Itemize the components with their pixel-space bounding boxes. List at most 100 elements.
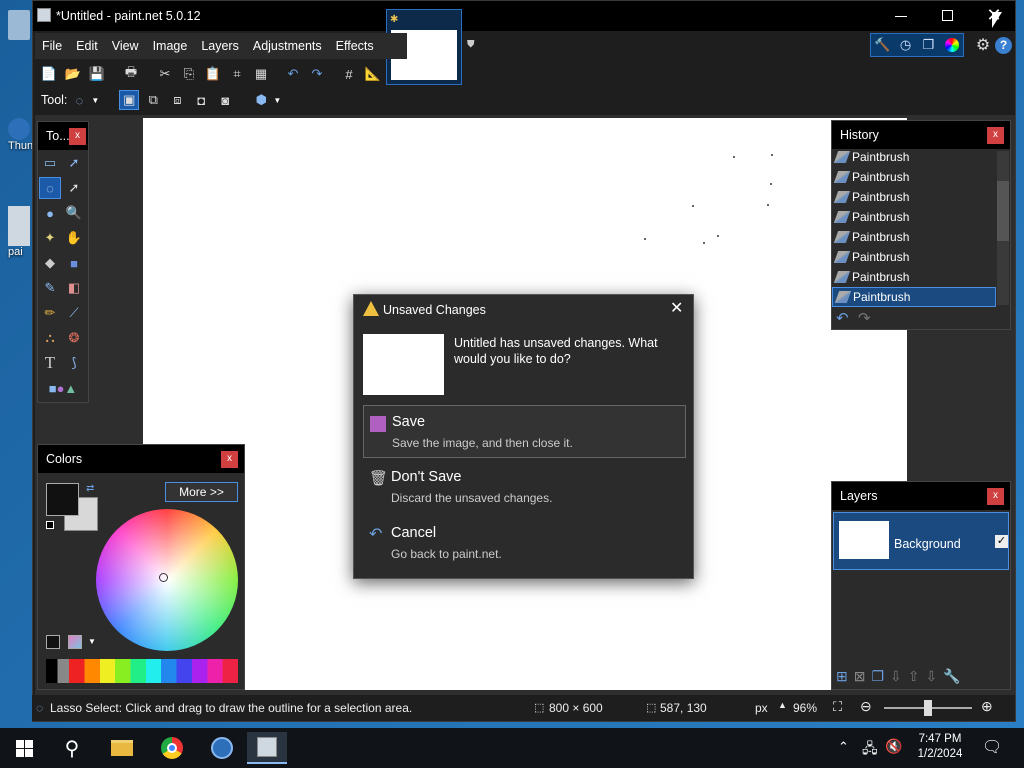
chrome-icon[interactable]: [152, 732, 192, 764]
history-item[interactable]: Paintbrush: [832, 247, 996, 267]
clock[interactable]: 7:47 PM 1/2/2024: [912, 732, 968, 762]
save-option-button[interactable]: Save Save the image, and then close it.: [363, 405, 686, 458]
volume-muted-icon[interactable]: 🔇: [885, 738, 902, 755]
history-panel-title[interactable]: History x: [832, 121, 1010, 149]
history-item[interactable]: Paintbrush: [832, 187, 996, 207]
move-selection-icon[interactable]: ➚: [63, 177, 85, 199]
title-bar[interactable]: *Untitled - paint.net 5.0.12 ✕: [33, 1, 1015, 31]
help-icon[interactable]: ?: [995, 37, 1012, 54]
print-icon[interactable]: 🖶: [121, 64, 141, 84]
zoom-level[interactable]: 96%: [793, 701, 817, 715]
history-item[interactable]: Paintbrush: [832, 227, 996, 247]
zoom-out-icon[interactable]: ⊖: [860, 698, 872, 715]
thunderbird-icon[interactable]: [202, 732, 242, 764]
layer-visibility-checkbox[interactable]: ✓: [995, 535, 1008, 548]
add-color-icon[interactable]: [46, 635, 60, 649]
rectangle-select-icon[interactable]: ▭: [39, 152, 61, 174]
zoom-slider-thumb[interactable]: [924, 700, 932, 716]
history-scrollbar[interactable]: [997, 151, 1009, 305]
selection-mode-exclude-icon[interactable]: ⧈: [167, 90, 187, 110]
dialog-close-icon[interactable]: ✕: [670, 300, 683, 318]
antialias-icon[interactable]: ⬢: [251, 90, 271, 110]
zoom-in-icon[interactable]: ⊕: [981, 698, 993, 715]
palette-dropdown-icon[interactable]: ▼: [88, 637, 96, 646]
deselect-icon[interactable]: ▦: [251, 64, 271, 84]
clone-stamp-icon[interactable]: ⛬: [39, 327, 61, 349]
zoom-icon[interactable]: 🔍: [63, 202, 85, 224]
paste-icon[interactable]: 📋: [203, 64, 223, 84]
move-selected-icon[interactable]: ➚: [63, 152, 85, 174]
tool-dropdown-icon[interactable]: ▼: [91, 96, 99, 105]
colors-close-button[interactable]: x: [221, 451, 238, 468]
lasso-select-icon[interactable]: ◌: [69, 90, 89, 110]
network-icon[interactable]: 🖧: [862, 738, 878, 762]
notifications-icon[interactable]: 🗨: [982, 737, 1002, 757]
cut-icon[interactable]: ✂: [155, 64, 175, 84]
menu-effects[interactable]: Effects: [329, 33, 381, 59]
units-dropdown-icon[interactable]: ▲: [778, 700, 787, 710]
settings-gear-icon[interactable]: ⚙: [973, 35, 993, 55]
history-undo-icon[interactable]: ↶: [836, 309, 849, 327]
merge-layer-icon[interactable]: ⇩: [890, 668, 902, 685]
history-scroll-thumb[interactable]: [997, 181, 1009, 241]
dialog-title-bar[interactable]: Unsaved Changes ✕: [354, 295, 693, 325]
tools-panel-close-button[interactable]: x: [69, 128, 86, 145]
zoom-slider[interactable]: [884, 700, 972, 716]
paint-bucket-icon[interactable]: ◆: [39, 252, 61, 274]
pencil-icon[interactable]: ✏: [39, 302, 61, 324]
selection-mode-invert-icon[interactable]: ◙: [215, 90, 235, 110]
history-item[interactable]: Paintbrush: [832, 267, 996, 287]
ellipse-select-icon[interactable]: ●: [39, 202, 61, 224]
dont-save-option-button[interactable]: 🗑 Don't Save Discard the unsaved changes…: [363, 461, 686, 514]
tools-toggle-icon[interactable]: 🔨: [873, 35, 892, 55]
pan-icon[interactable]: ✋: [63, 227, 85, 249]
delete-layer-icon[interactable]: ⊠: [854, 668, 866, 685]
desktop-icon-paintnet[interactable]: pai: [8, 206, 34, 258]
recolor-icon[interactable]: ❂: [63, 327, 85, 349]
color-wheel-cursor[interactable]: [159, 573, 168, 582]
shapes-icon[interactable]: ■ ● ▲: [46, 377, 80, 399]
duplicate-layer-icon[interactable]: ❐: [871, 668, 884, 685]
menu-file[interactable]: File: [35, 33, 69, 59]
more-colors-button[interactable]: More >>: [165, 482, 238, 502]
color-wheel[interactable]: [96, 509, 238, 651]
layers-close-button[interactable]: x: [987, 488, 1004, 505]
minimize-button[interactable]: [895, 16, 907, 17]
selection-mode-union-icon[interactable]: ⧉: [143, 90, 163, 110]
move-layer-up-icon[interactable]: ⇧: [908, 668, 920, 685]
desktop-icon-recycle[interactable]: [8, 10, 34, 58]
desktop-icon-thunderbird[interactable]: Thun: [8, 118, 34, 152]
color-palette[interactable]: [46, 659, 238, 683]
ruler-icon[interactable]: 📐: [363, 64, 383, 84]
menu-edit[interactable]: Edit: [69, 33, 105, 59]
swap-colors-icon[interactable]: ⇄: [86, 483, 94, 494]
undo-icon[interactable]: ↶: [283, 64, 303, 84]
menu-adjustments[interactable]: Adjustments: [246, 33, 329, 59]
primary-color-swatch[interactable]: [46, 483, 79, 516]
crop-icon[interactable]: ⌗: [227, 64, 247, 84]
add-layer-icon[interactable]: ⊞: [836, 668, 848, 685]
line-curve-icon[interactable]: ⟆: [63, 352, 85, 374]
tray-chevron-icon[interactable]: ⌃: [838, 739, 849, 755]
history-item[interactable]: Paintbrush: [832, 167, 996, 187]
layer-row[interactable]: Background ✓: [833, 512, 1009, 570]
text-icon[interactable]: T: [39, 352, 61, 374]
selection-mode-replace-icon[interactable]: ▣: [119, 90, 140, 110]
history-item-selected[interactable]: Paintbrush: [832, 287, 996, 307]
colors-panel-title[interactable]: Colors x: [38, 445, 244, 473]
zoom-to-window-icon[interactable]: ⛶: [833, 699, 842, 715]
reset-colors-icon[interactable]: [46, 521, 58, 533]
menu-layers[interactable]: Layers: [194, 33, 246, 59]
palette-icon[interactable]: [68, 635, 82, 649]
new-icon[interactable]: 📄: [39, 64, 59, 84]
cancel-option-button[interactable]: ↶ Cancel Go back to paint.net.: [363, 517, 686, 570]
magic-wand-icon[interactable]: ✦: [39, 227, 61, 249]
layers-toggle-icon[interactable]: ❒: [919, 35, 938, 55]
search-icon[interactable]: ⚲: [52, 732, 92, 764]
selection-mode-intersect-icon[interactable]: ◘: [191, 90, 211, 110]
paintbrush-icon[interactable]: ✎: [39, 277, 61, 299]
history-close-button[interactable]: x: [987, 127, 1004, 144]
file-explorer-icon[interactable]: [102, 732, 142, 764]
history-item[interactable]: Paintbrush: [832, 207, 996, 227]
menu-view[interactable]: View: [105, 33, 146, 59]
